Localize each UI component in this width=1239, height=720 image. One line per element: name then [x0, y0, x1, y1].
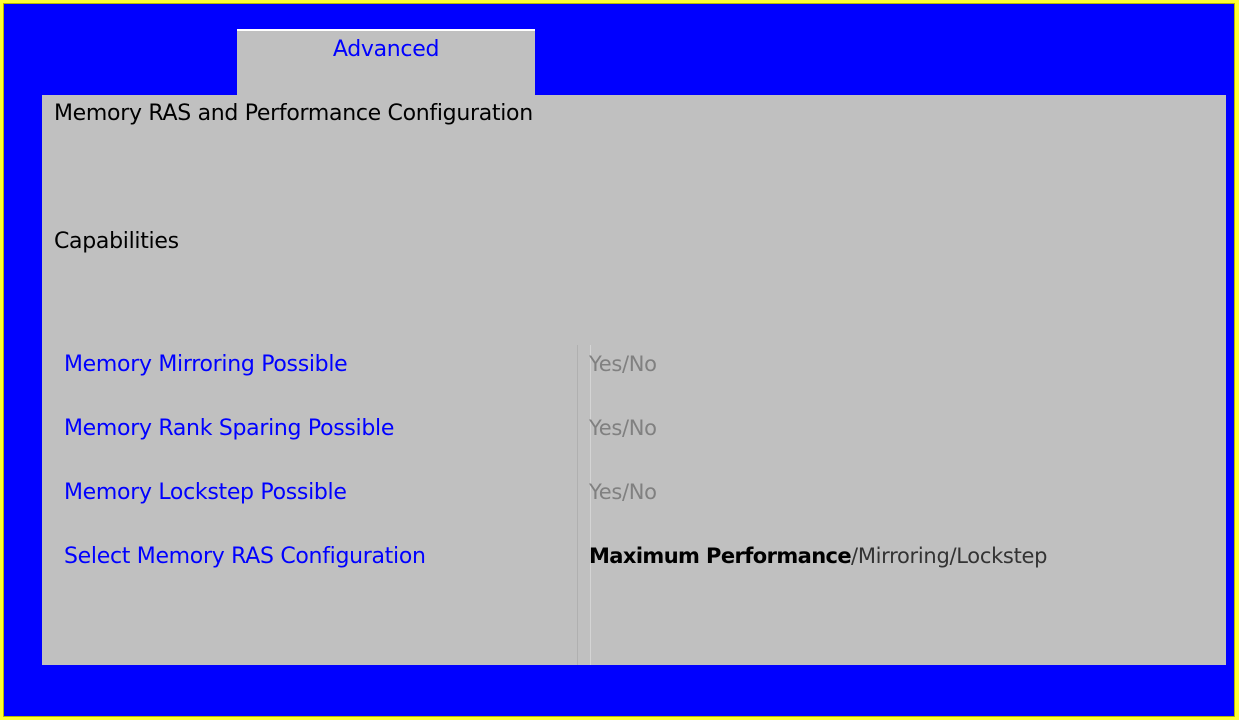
- page-title: Memory RAS and Performance Configuration: [54, 101, 533, 126]
- bios-setup-window: Advanced Memory RAS and Performance Conf…: [3, 3, 1235, 717]
- setting-label: Select Memory RAS Configuration: [64, 544, 426, 569]
- setting-value-readonly: Yes/No: [589, 416, 657, 440]
- setting-label: Memory Rank Sparing Possible: [64, 416, 395, 441]
- tab-advanced-label: Advanced: [332, 37, 440, 62]
- setting-label: Memory Lockstep Possible: [64, 480, 347, 505]
- setting-row-memory-rank-sparing: Memory Rank Sparing Possible Yes/No: [42, 416, 1226, 456]
- tab-advanced[interactable]: Advanced: [237, 29, 535, 95]
- section-heading-capabilities: Capabilities: [54, 229, 179, 254]
- setting-row-select-memory-ras[interactable]: Select Memory RAS Configuration Maximum …: [42, 544, 1226, 584]
- selected-option: Maximum Performance: [589, 544, 852, 568]
- setting-row-memory-mirroring: Memory Mirroring Possible Yes/No: [42, 352, 1226, 392]
- setting-value-readonly: Yes/No: [589, 352, 657, 376]
- ras-configuration-select[interactable]: Maximum Performance/Mirroring/Lockstep: [589, 544, 1047, 568]
- setting-label: Memory Mirroring Possible: [64, 352, 348, 377]
- setup-panel: Memory RAS and Performance Configuration…: [42, 95, 1226, 665]
- setting-value-readonly: Yes/No: [589, 480, 657, 504]
- setting-row-memory-lockstep: Memory Lockstep Possible Yes/No: [42, 480, 1226, 520]
- other-options: /Mirroring/Lockstep: [851, 544, 1048, 568]
